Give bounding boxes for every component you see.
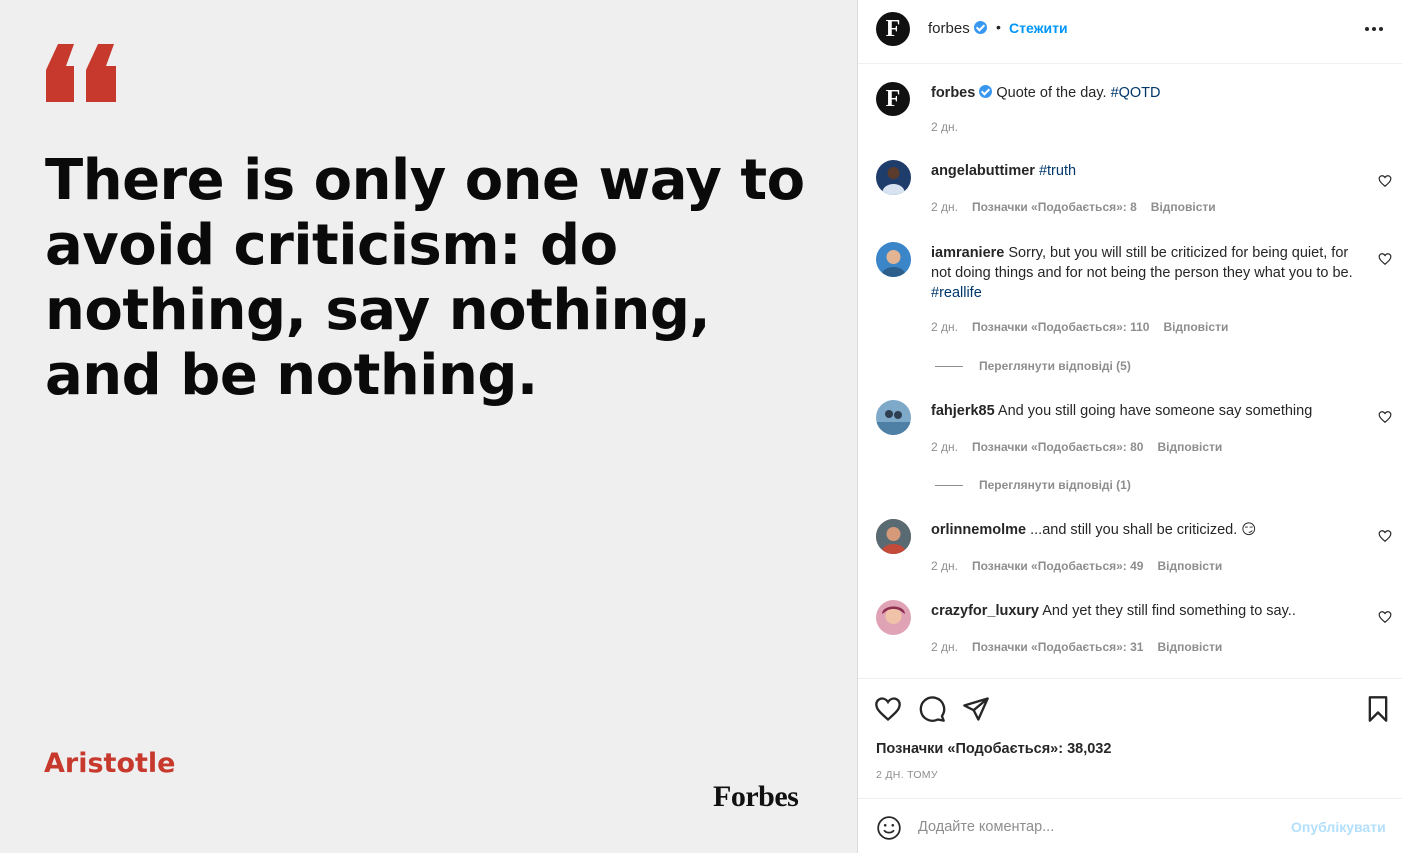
caption-avatar[interactable]: F: [876, 82, 910, 116]
bookmark-icon[interactable]: [1364, 695, 1392, 723]
like-comment-icon[interactable]: [1378, 529, 1392, 543]
likes-count[interactable]: Позначки «Подобається»: 38,032: [876, 741, 1111, 757]
post-time[interactable]: 2 ДН. ТОМУ: [876, 769, 938, 781]
post-actions: Позначки «Подобається»: 38,032 2 ДН. ТОМ…: [858, 678, 1402, 798]
comment-likes[interactable]: Позначки «Подобається»: 80: [972, 440, 1143, 454]
quote-mark-icon: [46, 44, 116, 102]
caption-time: 2 дн.: [931, 120, 958, 134]
hashtag-link[interactable]: #truth: [1039, 163, 1076, 179]
reply-button[interactable]: Відповісти: [1157, 559, 1222, 573]
avatar[interactable]: [876, 400, 911, 435]
reply-button[interactable]: Відповісти: [1157, 440, 1222, 454]
publish-button[interactable]: Опублікувати: [1291, 819, 1386, 835]
avatar[interactable]: [876, 242, 911, 277]
comment-text: angelabuttimer #truth: [931, 161, 1359, 181]
comment-text: crazyfor_luxury And yet they still find …: [931, 603, 1296, 619]
more-options-icon[interactable]: [1365, 27, 1385, 33]
comment-meta: 2 дн. Позначки «Подобається»: 49 Відповіст…: [931, 559, 1223, 573]
send-icon[interactable]: [962, 695, 990, 723]
caption-text: forbes Quote of the day. #QOTD: [931, 83, 1359, 103]
view-replies-button[interactable]: Переглянути відповіді (5): [935, 359, 1131, 373]
post-side-panel: F forbes • Стежити F forbes Quote of the…: [857, 0, 1402, 853]
avatar[interactable]: [876, 519, 911, 554]
comment-meta: 2 дн. Позначки «Подобається»: 80 Відповіст…: [931, 440, 1223, 454]
comment-likes[interactable]: Позначки «Подобається»: 31: [972, 640, 1143, 654]
comments-list[interactable]: F forbes Quote of the day. #QOTD 2 дн. a…: [858, 64, 1402, 678]
comment-meta: 2 дн. Позначки «Подобається»: 110 Відповіс…: [931, 320, 1229, 334]
follow-button[interactable]: Стежити: [1009, 20, 1068, 36]
reply-button[interactable]: Відповісти: [1157, 640, 1222, 654]
profile-avatar[interactable]: F: [876, 12, 910, 46]
comment-meta: 2 дн. Позначки «Подобається»: 8 Відповісти: [931, 200, 1216, 214]
caption-username[interactable]: forbes: [931, 85, 975, 101]
emoji-icon[interactable]: [876, 815, 902, 841]
hashtag-link[interactable]: #QOTD: [1111, 85, 1161, 101]
like-comment-icon[interactable]: [1378, 252, 1392, 266]
view-replies-button[interactable]: Переглянути відповіді (1): [935, 478, 1131, 492]
quote-text: There is only one way to avoid criticism…: [45, 148, 805, 408]
comment-input[interactable]: [918, 816, 1278, 838]
forbes-logo: Forbes: [713, 780, 799, 813]
post-image[interactable]: There is only one way to avoid criticism…: [0, 0, 857, 853]
comment-text: orlinnemolme ...and still you shall be c…: [931, 522, 1257, 538]
comment-likes[interactable]: Позначки «Подобається»: 8: [972, 200, 1137, 214]
quote-author: Aristotle: [44, 748, 176, 779]
comment-username[interactable]: fahjerk85: [931, 403, 995, 419]
avatar[interactable]: [876, 160, 911, 195]
comment-icon[interactable]: [918, 695, 946, 723]
comment-username[interactable]: orlinnemolme: [931, 522, 1026, 538]
heart-icon[interactable]: [874, 695, 902, 723]
reply-button[interactable]: Відповісти: [1163, 320, 1228, 334]
comment-meta: 2 дн. Позначки «Подобається»: 31 Відповіст…: [931, 640, 1223, 654]
header-username[interactable]: forbes: [928, 20, 987, 37]
like-comment-icon[interactable]: [1378, 610, 1392, 624]
hashtag-link[interactable]: #reallife: [931, 285, 982, 301]
reply-button[interactable]: Відповісти: [1151, 200, 1216, 214]
comment-username[interactable]: iamraniere: [931, 245, 1004, 261]
separator-dot: •: [996, 19, 1001, 35]
add-comment-bar: Опублікувати: [858, 798, 1402, 853]
comment-likes[interactable]: Позначки «Подобається»: 49: [972, 559, 1143, 573]
comment-text: fahjerk85 And you still going have someo…: [931, 403, 1313, 419]
like-comment-icon[interactable]: [1378, 174, 1392, 188]
comment-likes[interactable]: Позначки «Подобається»: 110: [972, 320, 1150, 334]
verified-badge-icon: [973, 21, 987, 34]
post-header: F forbes • Стежити: [858, 0, 1402, 64]
like-comment-icon[interactable]: [1378, 410, 1392, 424]
comment-username[interactable]: crazyfor_luxury: [931, 603, 1039, 619]
comment-text: iamraniere Sorry, but you will still be …: [931, 245, 1353, 301]
username-link[interactable]: forbes: [928, 20, 970, 37]
avatar[interactable]: [876, 600, 911, 635]
comment-username[interactable]: angelabuttimer: [931, 163, 1035, 179]
verified-badge-icon: [979, 85, 993, 98]
caption-body: Quote of the day.: [996, 85, 1107, 101]
